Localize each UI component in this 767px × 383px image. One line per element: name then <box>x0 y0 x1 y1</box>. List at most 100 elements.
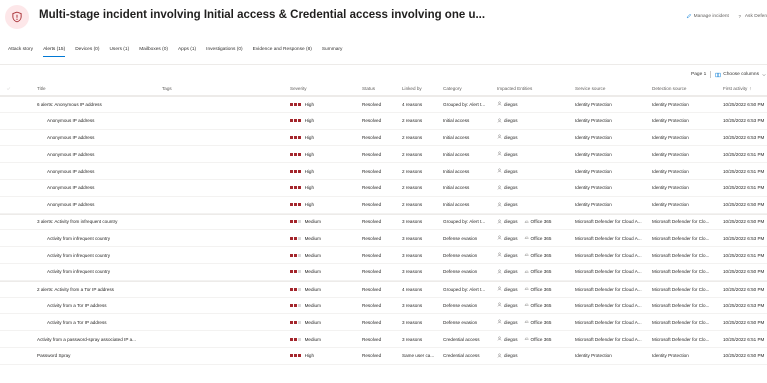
alert-row[interactable]: Anonymous IP address High Resolved 2 reason… <box>0 113 767 130</box>
alert-title[interactable]: Activity from infrequent country <box>47 253 110 258</box>
alert-row[interactable]: Activity from infrequent country Medium Re… <box>0 264 767 281</box>
column-header-first-activity[interactable]: First activity ↑ <box>723 81 767 95</box>
user-entity[interactable]: diegos <box>497 302 518 308</box>
app-entity[interactable]: Office 365 <box>524 286 551 292</box>
alert-title[interactable]: Anonymous IP address <box>47 118 94 123</box>
alert-title[interactable]: Activity from a Tor IP address <box>47 303 107 308</box>
app-entity[interactable]: Office 365 <box>524 252 551 258</box>
column-header-tags[interactable]: Tags <box>162 81 282 95</box>
tab-attack-story[interactable]: Attack story <box>0 45 38 57</box>
choose-columns-button[interactable]: Choose columns <box>715 72 767 78</box>
alert-row[interactable]: Activity from infrequent country Medium Re… <box>0 230 767 248</box>
alert-title[interactable]: Anonymous IP address <box>47 135 94 140</box>
alert-title[interactable]: 3 alerts: Activity from infrequent count… <box>37 219 117 224</box>
column-header-linked-by[interactable]: Linked by <box>402 81 440 95</box>
select-all-checkbox[interactable] <box>6 81 14 95</box>
alert-row[interactable]: Activity from infrequent country Medium Re… <box>0 247 767 264</box>
linked-by-cell[interactable]: 4 reasons <box>402 97 440 112</box>
linked-by-cell[interactable]: 4 reasons <box>402 282 440 297</box>
alert-title[interactable]: Anonymous IP address <box>47 202 94 207</box>
linked-by-cell[interactable]: 2 reasons <box>402 113 440 129</box>
alert-row[interactable]: Anonymous IP address High Resolved 2 reason… <box>0 180 767 197</box>
app-entity[interactable]: Office 365 <box>524 219 551 225</box>
alert-row[interactable]: Anonymous IP address High Resolved 2 reason… <box>0 163 767 180</box>
linked-by-cell[interactable]: 3 reasons <box>402 215 440 230</box>
column-header-impacted-entities[interactable]: Impacted Entities <box>497 81 571 95</box>
alert-title[interactable]: Anonymous IP address <box>47 169 94 174</box>
alert-row[interactable]: Password Spray High Resolved Same user ca..… <box>0 348 767 365</box>
linked-by-cell[interactable]: Same user ca... <box>402 348 440 364</box>
linked-by-cell[interactable]: 3 reasons <box>402 314 440 330</box>
app-entity[interactable]: Office 365 <box>524 336 551 342</box>
alert-row[interactable]: Anonymous IP address High Resolved 2 reason… <box>0 130 767 147</box>
linked-by-cell[interactable]: 2 reasons <box>402 146 440 162</box>
severity-segment <box>293 303 297 307</box>
linked-by-cell[interactable]: 2 reasons <box>402 130 440 146</box>
user-name: diegos <box>504 286 518 292</box>
user-entity[interactable]: diegos <box>497 252 518 258</box>
alert-title[interactable]: Password Spray <box>37 353 70 358</box>
tab-mailboxes[interactable]: Mailboxes (0) <box>134 45 173 57</box>
alert-group-row[interactable]: 3 alerts: Activity from infrequent count… <box>0 213 767 231</box>
alert-group-row[interactable]: 6 alerts: Anonymous IP address High Resolv… <box>0 96 767 113</box>
alert-row[interactable]: Anonymous IP address High Resolved 2 reason… <box>0 197 767 214</box>
user-entity[interactable]: diegos <box>497 286 518 292</box>
linked-by-cell[interactable]: 2 reasons <box>402 180 440 196</box>
alert-title[interactable]: 6 alerts: Anonymous IP address <box>37 102 102 107</box>
user-entity[interactable]: diegos <box>497 319 518 325</box>
manage-incident-button[interactable]: Manage incident <box>686 13 729 19</box>
column-header-category[interactable]: Category <box>443 81 495 95</box>
user-entity[interactable]: diegos <box>497 269 518 275</box>
alert-row[interactable]: Activity from a password-spray associate… <box>0 331 767 348</box>
linked-by-cell[interactable]: 2 reasons <box>402 163 440 179</box>
column-header-status[interactable]: Status <box>362 81 398 95</box>
alert-title[interactable]: Activity from infrequent country <box>47 269 110 274</box>
column-header-severity[interactable]: Severity <box>290 81 358 95</box>
user-entity[interactable]: diegos <box>497 353 518 359</box>
user-entity[interactable]: diegos <box>497 118 518 124</box>
linked-by-cell[interactable]: 3 reasons <box>402 247 440 263</box>
user-entity[interactable]: diegos <box>497 151 518 157</box>
user-icon <box>497 319 502 325</box>
app-entity[interactable]: Office 365 <box>524 269 551 275</box>
alert-title[interactable]: Activity from a Tor IP address <box>47 320 107 325</box>
alert-title[interactable]: Anonymous IP address <box>47 152 94 157</box>
user-entity[interactable]: diegos <box>497 101 518 107</box>
alert-row[interactable]: Anonymous IP address High Resolved 2 reason… <box>0 146 767 164</box>
tab-evidence-and-response[interactable]: Evidence and Response (8) <box>248 45 317 57</box>
alert-group-row[interactable]: 2 alerts: Activity from a Tor IP address… <box>0 280 767 298</box>
app-entity[interactable]: Office 365 <box>524 235 551 241</box>
column-header-service-source[interactable]: Service source <box>575 81 649 95</box>
alert-title[interactable]: 2 alerts: Activity from a Tor IP address <box>37 287 114 292</box>
tab-users[interactable]: Users (1) <box>104 45 134 57</box>
column-header-detection-source[interactable]: Detection source <box>652 81 720 95</box>
linked-by-cell[interactable]: 3 reasons <box>402 298 440 314</box>
alert-title[interactable]: Anonymous IP address <box>47 185 94 190</box>
user-entity[interactable]: diegos <box>497 219 518 225</box>
tab-summary[interactable]: Summary <box>317 45 348 57</box>
user-entity[interactable]: diegos <box>497 202 518 208</box>
tab-apps[interactable]: Apps (1) <box>173 45 201 57</box>
user-entity[interactable]: diegos <box>497 168 518 174</box>
alert-title[interactable]: Activity from a password-spray associate… <box>37 337 136 342</box>
user-entity[interactable]: diegos <box>497 134 518 140</box>
user-entity[interactable]: diegos <box>497 336 518 342</box>
app-entity[interactable]: Office 365 <box>524 319 551 325</box>
service-source-cell: Identity Protection <box>575 101 612 107</box>
alert-row[interactable]: Activity from a Tor IP address Medium Reso… <box>0 298 767 315</box>
alert-row[interactable]: Activity from a Tor IP address Medium Reso… <box>0 314 767 332</box>
ask-defender-button[interactable]: ? Ask Defen <box>737 13 767 19</box>
severity-segment <box>293 186 297 190</box>
user-entity[interactable]: diegos <box>497 185 518 191</box>
linked-by-cell[interactable]: 3 reasons <box>402 331 440 347</box>
linked-by-cell[interactable]: 2 reasons <box>402 197 440 213</box>
tab-devices[interactable]: Devices (0) <box>70 45 104 57</box>
alert-title[interactable]: Activity from infrequent country <box>47 236 110 241</box>
app-entity[interactable]: Office 365 <box>524 302 551 308</box>
linked-by-cell[interactable]: 3 reasons <box>402 230 440 246</box>
linked-by-cell[interactable]: 3 reasons <box>402 264 440 280</box>
tab-alerts[interactable]: Alerts (15) <box>38 45 70 57</box>
user-entity[interactable]: diegos <box>497 235 518 241</box>
tab-investigations[interactable]: Investigations (0) <box>201 45 248 57</box>
detection-source-cell: Identity Protection <box>652 134 689 140</box>
